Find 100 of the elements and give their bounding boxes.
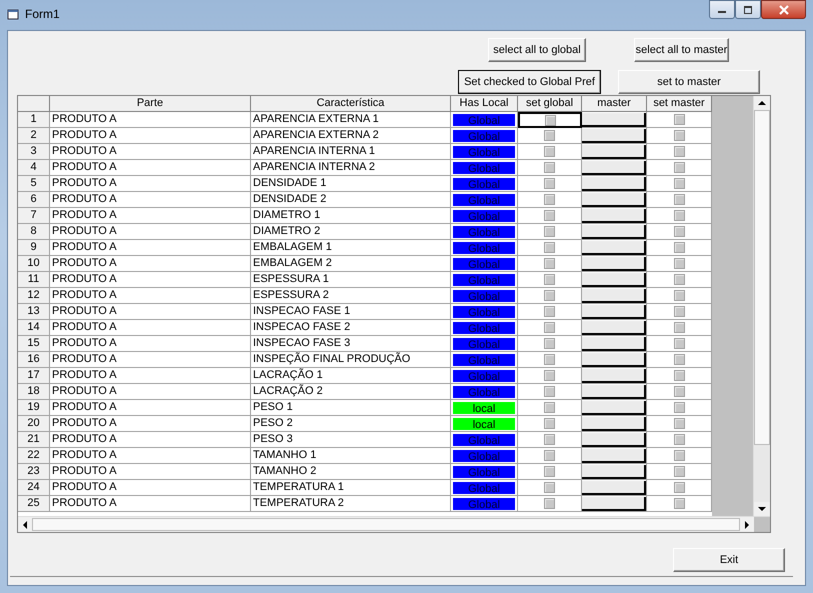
master-button[interactable]	[582, 304, 646, 318]
checkbox[interactable]	[544, 114, 556, 126]
checkbox[interactable]	[674, 306, 684, 317]
checkbox[interactable]	[544, 498, 555, 509]
scroll-thumb[interactable]	[754, 110, 770, 445]
checkbox[interactable]	[674, 418, 684, 429]
maximize-button[interactable]	[735, 0, 761, 19]
table-cell: TAMANHO 1	[251, 448, 451, 464]
checkbox[interactable]	[544, 418, 555, 429]
checkbox[interactable]	[674, 274, 684, 285]
master-button[interactable]	[582, 272, 646, 286]
checkbox[interactable]	[674, 194, 684, 205]
checkbox[interactable]	[544, 466, 555, 477]
checkbox[interactable]	[544, 306, 555, 317]
checkbox[interactable]	[674, 370, 684, 381]
checkbox[interactable]	[544, 258, 555, 269]
row-number: 5	[18, 176, 50, 192]
row-number: 22	[18, 448, 50, 464]
checkbox[interactable]	[674, 162, 684, 173]
horizontal-scrollbar[interactable]	[18, 516, 770, 532]
table-cell: PRODUTO A	[50, 432, 251, 448]
vertical-scrollbar[interactable]	[753, 96, 770, 516]
close-button[interactable]	[761, 0, 806, 19]
checkbox[interactable]	[674, 290, 684, 301]
checkbox[interactable]	[674, 450, 684, 461]
checkbox[interactable]	[544, 226, 555, 237]
checkbox[interactable]	[674, 386, 684, 397]
checkbox[interactable]	[544, 274, 555, 285]
master-button[interactable]	[582, 480, 646, 494]
checkbox[interactable]	[674, 402, 684, 413]
row-number: 24	[18, 480, 50, 496]
checkbox[interactable]	[674, 466, 684, 477]
checkbox[interactable]	[544, 162, 555, 173]
master-button[interactable]	[582, 240, 646, 254]
status-label: Global	[452, 208, 516, 222]
checkbox[interactable]	[544, 178, 555, 189]
checkbox[interactable]	[674, 498, 684, 509]
master-button[interactable]	[582, 288, 646, 302]
checkbox[interactable]	[674, 130, 684, 141]
master-button[interactable]	[582, 160, 646, 174]
master-button[interactable]	[582, 384, 646, 398]
master-button[interactable]	[582, 144, 646, 158]
status-label: Global	[452, 320, 516, 334]
master-button[interactable]	[582, 432, 646, 446]
master-button[interactable]	[582, 320, 646, 334]
master-button[interactable]	[582, 256, 646, 270]
master-button[interactable]	[582, 368, 646, 382]
checkbox[interactable]	[544, 290, 555, 301]
checkbox[interactable]	[674, 434, 684, 445]
master-button[interactable]	[582, 176, 646, 190]
checkbox[interactable]	[674, 338, 684, 349]
checkbox[interactable]	[544, 482, 555, 493]
checkbox[interactable]	[544, 322, 555, 333]
checkbox[interactable]	[674, 322, 684, 333]
master-button[interactable]	[582, 192, 646, 206]
table-cell: PRODUTO A	[50, 224, 251, 240]
master-button[interactable]	[582, 128, 646, 142]
checkbox[interactable]	[544, 338, 555, 349]
checkbox[interactable]	[674, 210, 684, 221]
row-number: 14	[18, 320, 50, 336]
select-all-master-button[interactable]: select all to master	[634, 38, 729, 62]
master-button[interactable]	[582, 112, 646, 126]
master-button[interactable]	[582, 352, 646, 366]
minimize-button[interactable]	[709, 0, 735, 19]
checkbox[interactable]	[674, 114, 684, 125]
checkbox[interactable]	[544, 402, 555, 413]
master-button[interactable]	[582, 224, 646, 238]
status-label: Global	[452, 112, 516, 126]
checkbox[interactable]	[544, 370, 555, 381]
master-button[interactable]	[582, 496, 646, 510]
checkbox[interactable]	[544, 194, 555, 205]
status-label: Global	[452, 352, 516, 366]
checkbox[interactable]	[674, 354, 684, 365]
checkbox[interactable]	[674, 146, 684, 157]
checkbox[interactable]	[544, 146, 555, 157]
master-button[interactable]	[582, 208, 646, 222]
checkbox[interactable]	[544, 354, 555, 365]
checkbox[interactable]	[544, 434, 555, 445]
checkbox[interactable]	[674, 242, 684, 253]
select-all-global-button[interactable]: select all to global	[488, 38, 586, 62]
exit-button[interactable]: Exit	[673, 548, 785, 572]
master-button[interactable]	[582, 448, 646, 462]
checkbox[interactable]	[674, 258, 684, 269]
checkbox[interactable]	[544, 386, 555, 397]
checkbox[interactable]	[544, 242, 555, 253]
master-button[interactable]	[582, 400, 646, 414]
set-to-master-button[interactable]: set to master	[618, 70, 760, 94]
status-label: Global	[452, 128, 516, 142]
master-button[interactable]	[582, 464, 646, 478]
checkbox[interactable]	[674, 482, 684, 493]
set-checked-global-button[interactable]: Set checked to Global Pref	[458, 70, 601, 94]
checkbox[interactable]	[674, 226, 684, 237]
checkbox[interactable]	[544, 210, 555, 221]
row-number: 11	[18, 272, 50, 288]
master-button[interactable]	[582, 336, 646, 350]
master-button[interactable]	[582, 416, 646, 430]
row-number: 8	[18, 224, 50, 240]
checkbox[interactable]	[674, 178, 684, 189]
checkbox[interactable]	[544, 130, 555, 141]
checkbox[interactable]	[544, 450, 555, 461]
